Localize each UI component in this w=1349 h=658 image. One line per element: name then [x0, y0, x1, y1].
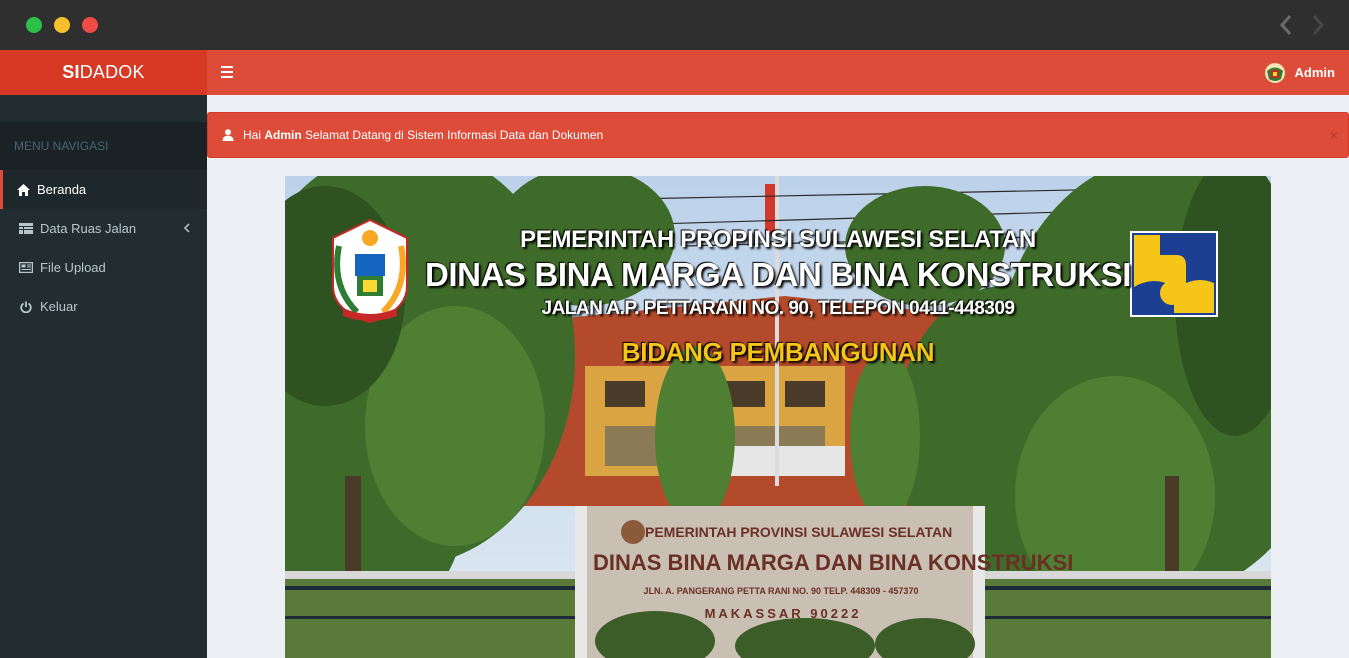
power-icon [19, 300, 33, 314]
back-arrow-icon[interactable] [1276, 12, 1296, 38]
alert-prefix: Hai [243, 128, 262, 142]
sidebar-item-file-upload[interactable]: File Upload [0, 248, 207, 287]
banner-title-agency: DINAS BINA MARGA DAN BINA KONSTRUKSI [424, 256, 1132, 293]
window-titlebar [0, 0, 1349, 50]
sidebar-item-data-ruas-jalan[interactable]: Data Ruas Jalan [0, 209, 207, 248]
banner-title-government: PEMERINTAH PROPINSI SULAWESI SELATAN [520, 226, 1036, 253]
alert-user-name: Admin [264, 128, 302, 142]
forward-arrow-icon[interactable] [1308, 12, 1328, 38]
window-close-button[interactable] [82, 17, 98, 33]
sign-line-1: PEMERINTAH PROVINSI SULAWESI SELATAN [645, 524, 953, 540]
sidebar-toggle-icon[interactable] [221, 66, 233, 78]
alert-message: Selamat Datang di Sistem Informasi Data … [305, 128, 604, 142]
sidebar-item-label: Beranda [37, 182, 87, 197]
alert-text: Hai Admin Selamat Datang di Sistem Infor… [243, 128, 603, 142]
window-maximize-button[interactable] [26, 17, 42, 33]
welcome-alert: Hai Admin Selamat Datang di Sistem Infor… [207, 112, 1349, 158]
user-name: Admin [1294, 65, 1335, 80]
sign-line-2: DINAS BINA MARGA DAN BINA KONSTRUKSI [593, 550, 1074, 575]
banner-address: JALAN A.P. PETTARANI NO. 90, TELEPON 041… [541, 298, 1016, 319]
sidebar-header: MENU NAVIGASI [0, 122, 207, 170]
user-menu[interactable]: Admin [1254, 50, 1349, 95]
sidebar-user-panel [0, 95, 207, 122]
sidebar-item-label: Keluar [40, 299, 78, 314]
sidebar-item-keluar[interactable]: Keluar [0, 287, 207, 326]
banner-image: PEMERINTAH PROVINSI SULAWESI SELATAN DIN… [285, 176, 1271, 658]
logo-text: DADOK [79, 62, 145, 82]
top-navbar: Admin [207, 50, 1349, 95]
sign-line-3: JLN. A. PANGERANG PETTA RANI NO. 90 TELP… [643, 586, 919, 596]
sidebar-item-label: File Upload [40, 260, 106, 275]
chevron-left-icon [183, 223, 190, 233]
user-icon [222, 129, 234, 141]
table-icon [19, 222, 33, 236]
app-logo[interactable]: SIDADOK [0, 50, 207, 95]
sidebar: MENU NAVIGASI Beranda Data Ruas Jalan Fi… [0, 95, 207, 658]
user-avatar [1264, 62, 1285, 83]
sign-line-4: MAKASSAR 90222 [704, 606, 862, 621]
newspaper-icon [19, 261, 33, 275]
logo-bold-text: SI [62, 62, 80, 82]
sidebar-item-label: Data Ruas Jalan [40, 221, 137, 236]
banner-division: BIDANG PEMBANGUNAN [621, 337, 935, 367]
home-icon [16, 183, 30, 197]
close-icon[interactable]: × [1330, 127, 1338, 143]
sidebar-item-beranda[interactable]: Beranda [0, 170, 207, 209]
window-minimize-button[interactable] [54, 17, 70, 33]
